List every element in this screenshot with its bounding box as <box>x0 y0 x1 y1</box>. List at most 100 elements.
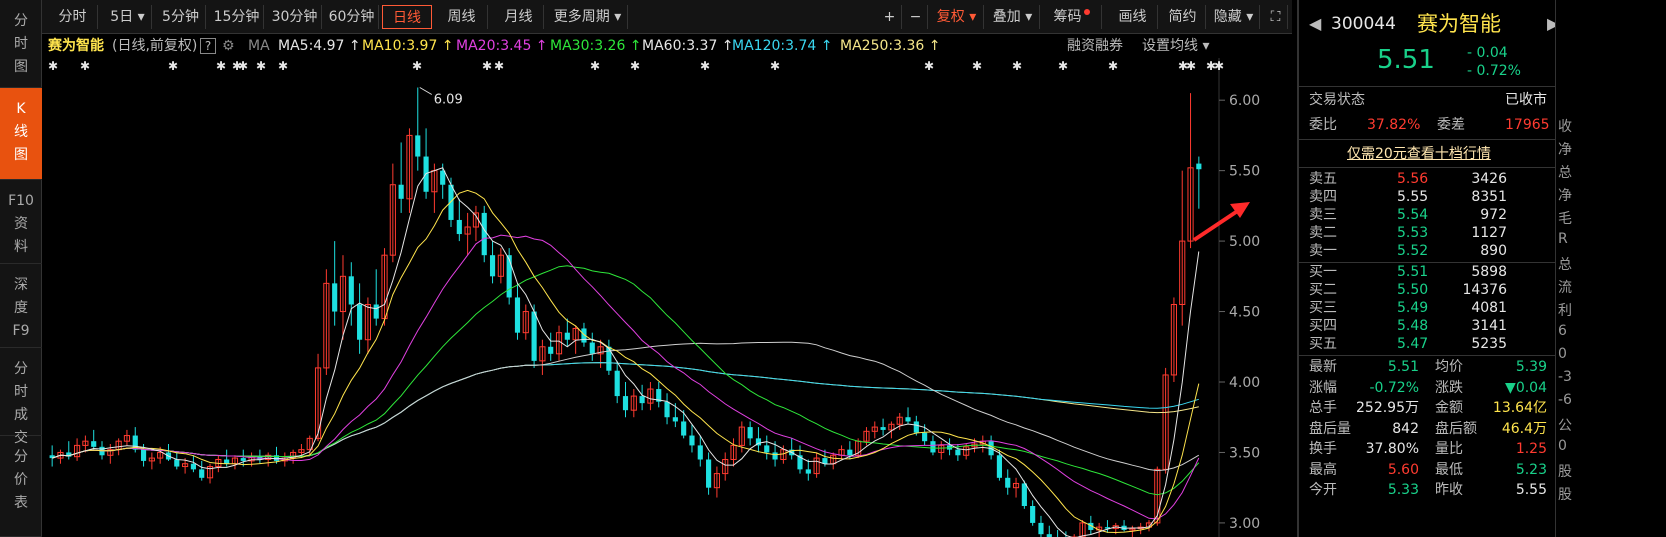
period-0[interactable]: 分时 <box>48 5 98 29</box>
toolbar-btn-8[interactable]: ⛶ <box>1264 5 1288 29</box>
book-label: 买三 <box>1309 300 1337 316</box>
ma-item-6: MA250:3.36 ↑ <box>840 38 941 54</box>
candle-body <box>681 421 687 436</box>
candle-body <box>489 255 496 277</box>
candle-body <box>531 311 537 361</box>
stock-name: 赛为智能 <box>1417 12 1501 36</box>
book-label: 卖四 <box>1309 189 1337 205</box>
stats-row: 最新 5.51 均价 5.39 <box>1307 358 1547 377</box>
candle-body <box>91 441 97 447</box>
ma-item-4: MA60:3.37 ↑ <box>642 38 734 54</box>
period-8[interactable]: 月线 <box>494 5 544 29</box>
toolbar-btn-2[interactable]: 复权 ▾ <box>930 5 984 29</box>
view-tab-char: 分 <box>14 449 28 465</box>
asks-row[interactable]: 卖五 5.56 3426 <box>1307 170 1547 189</box>
ma-item-3: MA30:3.26 ↑ <box>550 38 642 54</box>
help-button[interactable]: ? <box>200 38 216 54</box>
bids-row[interactable]: 买四 5.48 3141 <box>1307 317 1547 336</box>
toolbar-btn-4[interactable]: 筹码 <box>1042 5 1102 29</box>
toolbar-btn-1[interactable]: − <box>904 5 928 29</box>
rzrq-button[interactable]: 融资融券 <box>1067 34 1123 58</box>
finance-label: 流 <box>1558 280 1572 296</box>
candle-body <box>415 135 421 157</box>
price-change: - 0.04 <box>1467 45 1508 61</box>
candle-body <box>1038 522 1044 535</box>
view-tab-1[interactable]: K线图 <box>0 88 42 180</box>
view-tab-char: 时 <box>14 384 28 400</box>
period-2[interactable]: 5分钟 <box>156 5 206 29</box>
book-volume: 890 <box>1480 243 1507 259</box>
toolbar-btn-6[interactable]: 简约 <box>1160 5 1206 29</box>
asks-row[interactable]: 卖一 5.52 890 <box>1307 242 1547 261</box>
view-tab-char: 图 <box>14 147 28 163</box>
stats-row: 今开 5.33 昨收 5.55 <box>1307 481 1547 500</box>
bids-row[interactable]: 买五 5.47 5235 <box>1307 335 1547 354</box>
candle-body <box>199 469 205 478</box>
period-3[interactable]: 15分钟 <box>210 5 264 29</box>
finance-label: -3 <box>1558 369 1572 385</box>
view-tab-char: K <box>16 101 26 117</box>
finance-side-panel: 收净总净毛 R 总流利 6 0 -3 -6 公 0 股股 <box>1555 0 1666 537</box>
stats-row: 涨幅 -0.72% 涨跌 ▼0.04 <box>1307 379 1547 398</box>
candle-body <box>506 255 512 298</box>
candle-body <box>448 184 454 220</box>
event-marker-icon: ✱ <box>216 59 226 73</box>
stat-label: 换手 <box>1309 441 1337 457</box>
book-price: 5.51 <box>1397 264 1429 280</box>
candle-body <box>190 463 196 470</box>
toolbar-btn-0[interactable]: + <box>878 5 902 29</box>
candle-body <box>548 346 554 354</box>
wb-label: 委比 <box>1309 117 1337 133</box>
view-tab-char: F10 <box>8 193 34 209</box>
candle-body <box>764 445 770 453</box>
candle-body <box>332 283 338 312</box>
stat-value: 5.55 <box>1515 482 1547 498</box>
candle-body <box>456 219 462 235</box>
view-tab-5[interactable]: 分价表 <box>0 436 42 537</box>
ma-item-1: MA10:3.97 ↑ <box>362 38 454 54</box>
event-marker-icon: ✱ <box>168 59 178 73</box>
kline-chart[interactable]: 6.005.505.004.504.003.503.006.09✱ ✱ ✱ ✱ ✱✱ ✱ ✱… <box>42 58 1292 537</box>
book-label: 卖二 <box>1309 225 1337 241</box>
view-tab-char: 表 <box>14 495 28 511</box>
view-tab-0[interactable]: 分时图 <box>0 0 42 88</box>
toolbar-btn-7[interactable]: 隐藏 ▾ <box>1208 5 1260 29</box>
period-6[interactable]: 日线 <box>382 5 432 29</box>
book-label: 买四 <box>1309 318 1337 334</box>
book-label: 买五 <box>1309 336 1337 352</box>
finance-label: 净 <box>1558 142 1572 158</box>
event-marker-icon: ✱ <box>1012 59 1022 73</box>
book-label: 卖三 <box>1309 207 1337 223</box>
bids-row[interactable]: 买一 5.51 5898 <box>1307 263 1547 282</box>
period-5[interactable]: 60分钟 <box>325 5 379 29</box>
gear-icon[interactable]: ⚙ <box>222 34 235 58</box>
view-tab-3[interactable]: 深度 F9 <box>0 264 42 348</box>
period-4[interactable]: 30分钟 <box>268 5 322 29</box>
stat-value: ▼0.04 <box>1505 379 1547 396</box>
asks-row[interactable]: 卖四 5.55 8351 <box>1307 188 1547 207</box>
asks-row[interactable]: 卖三 5.54 972 <box>1307 206 1547 225</box>
candle-body <box>564 332 570 340</box>
event-marker-icon: ✱ <box>1108 59 1118 73</box>
view-tab-2[interactable]: F10 资料 <box>0 180 42 264</box>
level10-promo-link[interactable]: 仅需20元查看十档行情 <box>1347 145 1491 164</box>
period-7[interactable]: 周线 <box>436 5 488 29</box>
stat-label: 今开 <box>1309 482 1337 498</box>
toolbar-btn-5[interactable]: 画线 <box>1108 5 1158 29</box>
finance-label: 0 <box>1558 346 1567 362</box>
toolbar-btn-3[interactable]: 叠加 ▾ <box>986 5 1040 29</box>
bids-row[interactable]: 买二 5.50 14376 <box>1307 281 1547 300</box>
set-ma-button[interactable]: 设置均线 ▾ <box>1142 34 1209 58</box>
view-tab-4[interactable]: 分时成交 <box>0 348 42 446</box>
chart-stock-name: 赛为智能 <box>48 38 104 54</box>
prev-stock-icon[interactable]: ◀ <box>1309 10 1321 38</box>
view-tab-char: 时 <box>14 36 28 52</box>
asks-row[interactable]: 卖二 5.53 1127 <box>1307 224 1547 243</box>
book-price: 5.50 <box>1397 282 1429 298</box>
period-9[interactable]: 更多周期 ▾ <box>548 5 628 29</box>
finance-label: 总 <box>1558 165 1572 181</box>
period-1[interactable]: 5日 ▾ <box>104 5 152 29</box>
bids-row[interactable]: 买三 5.49 4081 <box>1307 299 1547 318</box>
candle-body <box>1021 483 1027 506</box>
book-price: 5.49 <box>1397 300 1429 316</box>
